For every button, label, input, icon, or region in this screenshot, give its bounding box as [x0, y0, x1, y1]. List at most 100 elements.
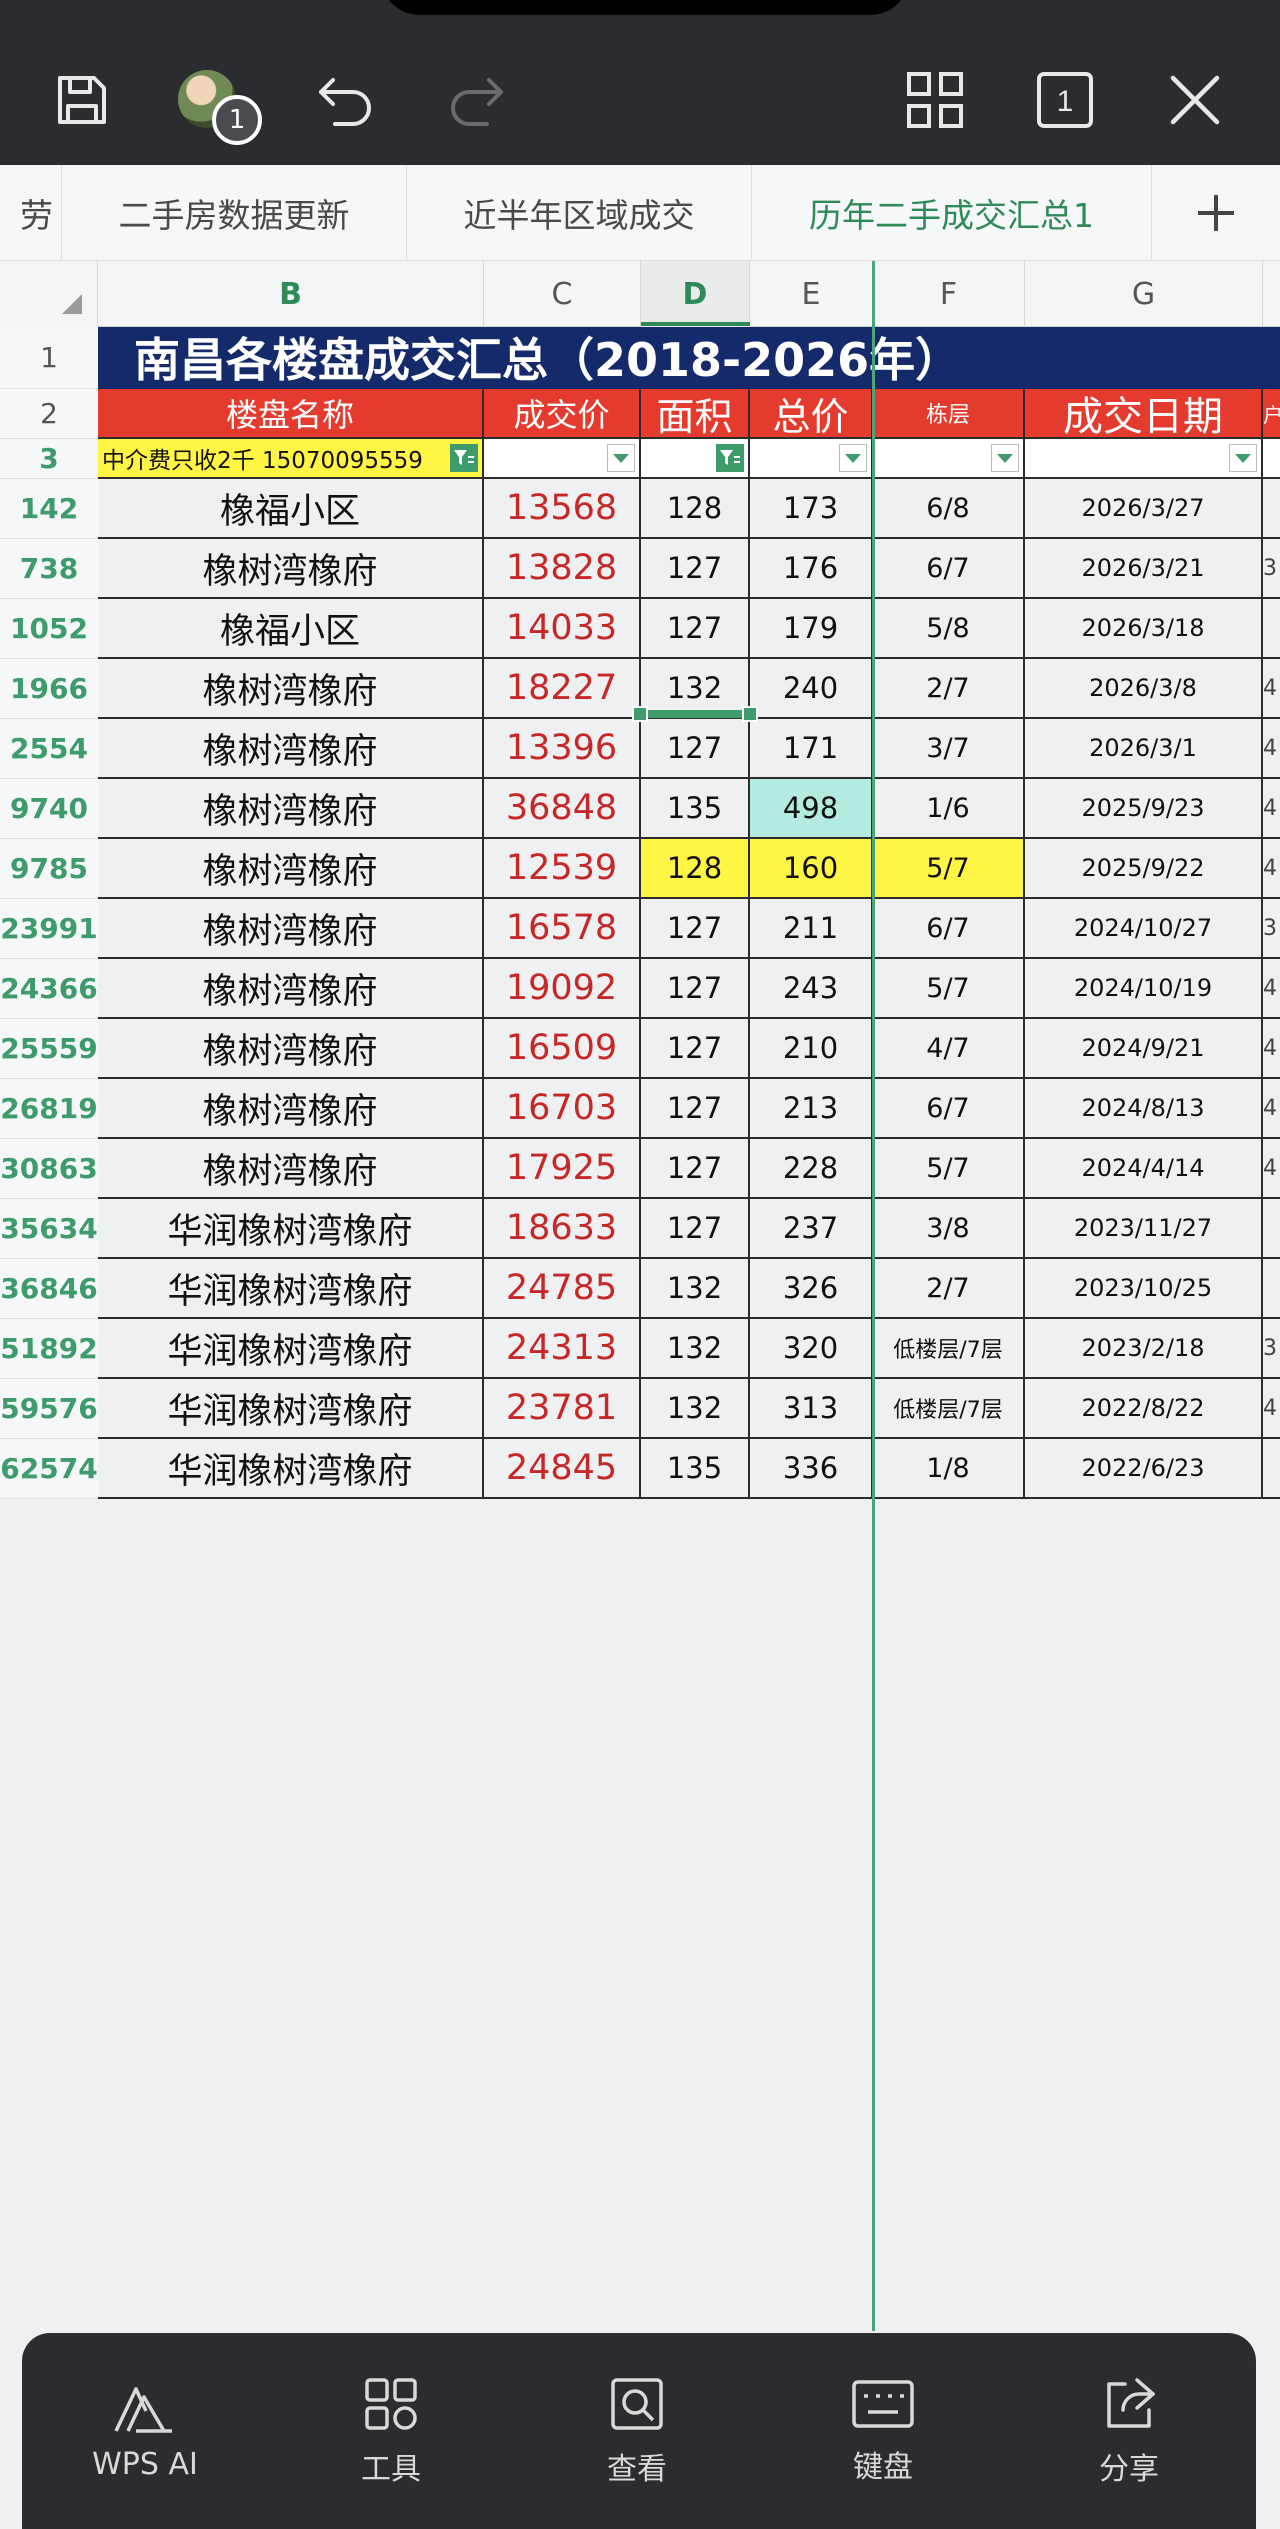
cell-extra[interactable]: 4: [1263, 1019, 1280, 1079]
cell-price[interactable]: 24845: [484, 1439, 641, 1499]
cell-name[interactable]: 橡树湾橡府: [98, 539, 484, 599]
cell-floor[interactable]: 6/7: [873, 899, 1025, 959]
column-header-g[interactable]: G: [1025, 261, 1263, 327]
cell-name[interactable]: 橡树湾橡府: [98, 1139, 484, 1199]
cell-date[interactable]: 2024/4/14: [1025, 1139, 1263, 1199]
cell-area[interactable]: 132: [641, 1319, 750, 1379]
cell-extra[interactable]: 4: [1263, 719, 1280, 779]
filter-note-cell[interactable]: 中介费只收2千 15070095559: [98, 439, 484, 479]
cell-date[interactable]: 2026/3/8: [1025, 659, 1263, 719]
header-cell-price[interactable]: 成交价: [484, 389, 641, 439]
cell-total[interactable]: 210: [750, 1019, 873, 1079]
row-number[interactable]: 24366: [0, 959, 98, 1019]
column-header-b[interactable]: B: [98, 261, 484, 327]
cell-total[interactable]: 171: [750, 719, 873, 779]
cell-total[interactable]: 179: [750, 599, 873, 659]
column-header-f[interactable]: F: [873, 261, 1025, 327]
cell-total[interactable]: 213: [750, 1079, 873, 1139]
sheet-title-cell[interactable]: 南昌各楼盘成交汇总（2018-2026年）: [98, 327, 1280, 389]
cell-total[interactable]: 228: [750, 1139, 873, 1199]
cell-price[interactable]: 18227: [484, 659, 641, 719]
cell-name[interactable]: 华润橡树湾橡府: [98, 1199, 484, 1259]
cell-price[interactable]: 16578: [484, 899, 641, 959]
cell-total[interactable]: 160: [750, 839, 873, 899]
cell-date[interactable]: 2024/8/13: [1025, 1079, 1263, 1139]
cell-extra[interactable]: 3: [1263, 1319, 1280, 1379]
cell-name[interactable]: 橡树湾橡府: [98, 899, 484, 959]
row-number[interactable]: 30863: [0, 1139, 98, 1199]
cell-floor[interactable]: 2/7: [873, 659, 1025, 719]
cell-floor[interactable]: 低楼层/7层: [873, 1319, 1025, 1379]
select-all-corner[interactable]: [0, 261, 98, 327]
cell-floor[interactable]: 3/8: [873, 1199, 1025, 1259]
cell-total[interactable]: 240: [750, 659, 873, 719]
sheet-tab[interactable]: 二手房数据更新: [62, 165, 407, 261]
cell-date[interactable]: 2024/10/19: [1025, 959, 1263, 1019]
filter-active-button[interactable]: [716, 444, 744, 472]
selection-handle-left[interactable]: [632, 706, 648, 722]
row-number[interactable]: 25559: [0, 1019, 98, 1079]
cell-extra[interactable]: [1263, 1259, 1280, 1319]
filter-dropdown-button[interactable]: [1229, 444, 1257, 472]
cell-floor[interactable]: 5/7: [873, 1139, 1025, 1199]
cell-floor[interactable]: 4/7: [873, 1019, 1025, 1079]
cell-floor[interactable]: 1/8: [873, 1439, 1025, 1499]
filter-dropdown-button[interactable]: [607, 444, 635, 472]
cell-floor[interactable]: 1/6: [873, 779, 1025, 839]
close-button[interactable]: [1155, 60, 1235, 140]
cell-date[interactable]: 2026/3/1: [1025, 719, 1263, 779]
cell-extra[interactable]: 4: [1263, 659, 1280, 719]
cell-date[interactable]: 2025/9/22: [1025, 839, 1263, 899]
save-button[interactable]: [42, 60, 122, 140]
filter-cell-total[interactable]: [750, 439, 873, 479]
cell-date[interactable]: 2022/6/23: [1025, 1439, 1263, 1499]
cell-extra[interactable]: 3: [1263, 899, 1280, 959]
view-button[interactable]: 查看: [514, 2333, 760, 2529]
cell-date[interactable]: 2025/9/23: [1025, 779, 1263, 839]
wps-ai-button[interactable]: WPS AI: [22, 2333, 268, 2529]
cell-price[interactable]: 24785: [484, 1259, 641, 1319]
cell-area[interactable]: 132: [641, 1379, 750, 1439]
undo-button[interactable]: [305, 60, 385, 140]
cell-price[interactable]: 16703: [484, 1079, 641, 1139]
cell-name[interactable]: 华润橡树湾橡府: [98, 1379, 484, 1439]
cell-date[interactable]: 2024/10/27: [1025, 899, 1263, 959]
cell-price[interactable]: 13828: [484, 539, 641, 599]
filter-cell-date[interactable]: [1025, 439, 1263, 479]
row-number[interactable]: 35634: [0, 1199, 98, 1259]
cell-extra[interactable]: 4: [1263, 959, 1280, 1019]
grid-view-button[interactable]: [895, 60, 975, 140]
cell-price[interactable]: 16509: [484, 1019, 641, 1079]
filter-cell-extra[interactable]: [1263, 439, 1280, 479]
cell-total[interactable]: 336: [750, 1439, 873, 1499]
header-cell-floor[interactable]: 栋层: [873, 389, 1025, 439]
row-number[interactable]: 142: [0, 479, 98, 539]
redo-button[interactable]: [437, 60, 517, 140]
cell-extra[interactable]: 3: [1263, 539, 1280, 599]
cell-name[interactable]: 橡树湾橡府: [98, 1079, 484, 1139]
cell-floor[interactable]: 2/7: [873, 1259, 1025, 1319]
sheet-tab[interactable]: 近半年区域成交: [407, 165, 752, 261]
cell-floor[interactable]: 5/8: [873, 599, 1025, 659]
cell-name[interactable]: 华润橡树湾橡府: [98, 1439, 484, 1499]
filter-cell-area[interactable]: [641, 439, 750, 479]
cell-price[interactable]: 13396: [484, 719, 641, 779]
cell-extra[interactable]: [1263, 479, 1280, 539]
share-button[interactable]: 分享: [1006, 2333, 1252, 2529]
cell-floor[interactable]: 低楼层/7层: [873, 1379, 1025, 1439]
cell-floor[interactable]: 5/7: [873, 839, 1025, 899]
cell-name[interactable]: 橡树湾橡府: [98, 779, 484, 839]
column-header-h[interactable]: [1263, 261, 1280, 327]
cell-price[interactable]: 13568: [484, 479, 641, 539]
cell-total[interactable]: 313: [750, 1379, 873, 1439]
cell-price[interactable]: 19092: [484, 959, 641, 1019]
cell-area[interactable]: 127: [641, 719, 750, 779]
cell-area[interactable]: 127: [641, 899, 750, 959]
cell-total[interactable]: 176: [750, 539, 873, 599]
cell-total[interactable]: 326: [750, 1259, 873, 1319]
cell-area[interactable]: 127: [641, 1079, 750, 1139]
row-number[interactable]: 26819: [0, 1079, 98, 1139]
keyboard-button[interactable]: 键盘: [760, 2333, 1006, 2529]
tools-button[interactable]: 工具: [268, 2333, 514, 2529]
filter-cell-floor[interactable]: [873, 439, 1025, 479]
